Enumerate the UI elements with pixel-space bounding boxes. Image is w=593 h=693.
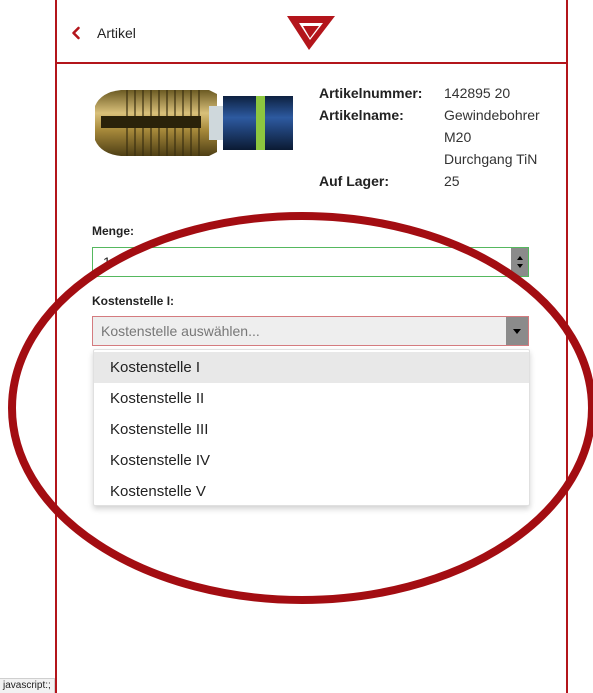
spec-label [319,148,444,170]
article-name-value: Durchgang TiN [444,151,538,167]
chevron-up-icon[interactable] [516,256,523,260]
dropdown-arrow-icon[interactable] [506,317,528,345]
cost-center-select[interactable]: Kostenstelle auswählen... [92,316,529,346]
article-name-value: Gewindebohrer [444,107,540,123]
quantity-value: 1 [103,254,111,270]
cost-center-label: Kostenstelle I: [92,294,175,308]
cost-center-dropdown: Kostenstelle I Kostenstelle II Kostenste… [93,349,530,506]
top-bar: Artikel [57,0,566,64]
product-image [95,90,293,156]
spec-label: Auf Lager: [319,173,389,189]
status-bar-link: javascript:; [0,678,55,693]
back-label: Artikel [97,25,136,41]
dropdown-option[interactable]: Kostenstelle II [94,383,529,414]
spec-label [319,126,444,148]
spec-row: Auf Lager: 25 [319,170,574,192]
article-number-value: 142895 20 [444,85,511,101]
triangle-logo-icon [287,16,335,50]
chevron-down-icon[interactable] [516,264,523,268]
quantity-stepper[interactable] [511,248,528,276]
spec-label: Artikelnummer: [319,85,423,101]
back-button[interactable]: Artikel [69,22,149,44]
app-frame: Artikel Artikelnummer: 142895 20 Artikel… [55,0,568,693]
dropdown-option[interactable]: Kostenstelle V [94,476,529,507]
spec-row: M20 [319,126,574,148]
dropdown-option[interactable]: Kostenstelle I [94,352,529,383]
spec-row: Durchgang TiN [319,148,574,170]
article-name-value: M20 [444,129,472,145]
spec-row: Artikelname: Gewindebohrer [319,104,574,126]
quantity-label: Menge: [92,224,134,238]
product-specs: Artikelnummer: 142895 20 Artikelname: Ge… [319,82,574,192]
dropdown-option[interactable]: Kostenstelle III [94,414,529,445]
cost-center-placeholder: Kostenstelle auswählen... [101,323,260,339]
spec-label: Artikelname: [319,107,404,123]
chevron-left-icon [72,26,80,40]
quantity-input[interactable]: 1 [92,247,529,277]
stock-value: 25 [444,173,460,189]
spec-row: Artikelnummer: 142895 20 [319,82,574,104]
dropdown-option[interactable]: Kostenstelle IV [94,445,529,476]
